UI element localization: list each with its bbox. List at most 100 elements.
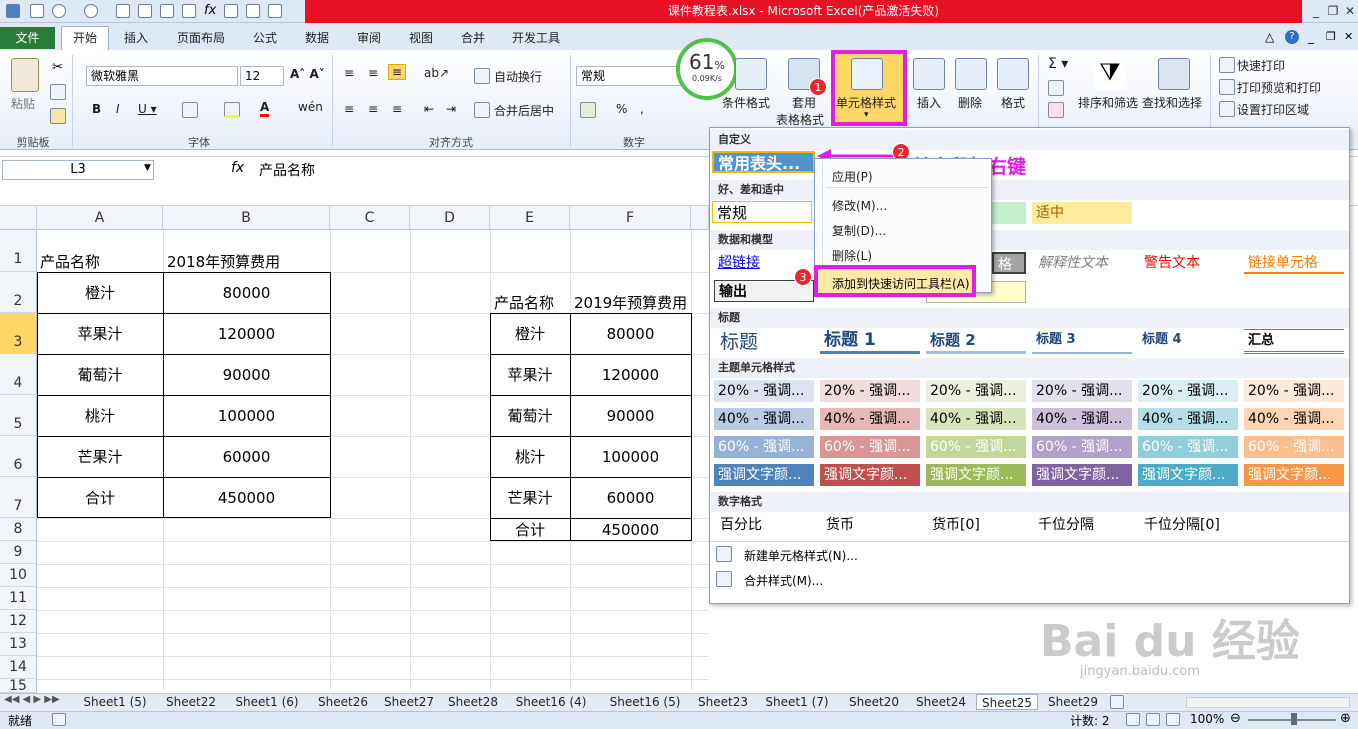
sheet-tab[interactable]: Sheet22: [160, 694, 222, 710]
print-preview-ribbon-icon[interactable]: [1219, 79, 1235, 95]
table2-cell[interactable]: 450000: [570, 518, 691, 541]
style-heading-4[interactable]: 标题 4: [1138, 329, 1238, 354]
style-20-accent3[interactable]: 20% - 强调...: [926, 380, 1026, 402]
restore-icon[interactable]: ❐: [1325, 3, 1341, 19]
table2-cell[interactable]: 苹果汁: [490, 354, 570, 395]
style-normal[interactable]: 常规: [712, 201, 812, 223]
column-header-c[interactable]: C: [330, 206, 410, 230]
style-accent2[interactable]: 强调文字颜...: [820, 464, 920, 486]
style-60-accent1[interactable]: 60% - 强调...: [714, 436, 814, 458]
sort-qat-icon[interactable]: [268, 4, 282, 18]
align-middle-icon[interactable]: ≡: [368, 66, 378, 80]
doc-restore-icon[interactable]: ❐: [1326, 30, 1336, 43]
merge-center-icon[interactable]: [474, 102, 490, 118]
bold-icon[interactable]: B: [92, 102, 101, 116]
table1-cell[interactable]: 苹果汁: [37, 313, 163, 354]
style-title[interactable]: 标题: [716, 329, 816, 355]
quick-print-icon[interactable]: [116, 4, 130, 18]
context-delete[interactable]: 删除(L): [832, 247, 872, 264]
table2-header-budget[interactable]: 2019年预算费用: [574, 292, 687, 313]
accounting-format-icon[interactable]: [580, 102, 596, 118]
number-format-combo[interactable]: 常规: [576, 66, 682, 86]
column-header-a[interactable]: A: [37, 206, 163, 230]
save-icon[interactable]: [30, 4, 44, 18]
find-select-button[interactable]: 查找和选择: [1142, 94, 1202, 111]
macro-record-icon[interactable]: [52, 713, 66, 726]
font-color-icon[interactable]: A: [260, 100, 270, 117]
doc-close-icon[interactable]: ✕: [1344, 30, 1353, 43]
fill-color-icon[interactable]: [224, 102, 240, 118]
format-cells-icon[interactable]: [997, 58, 1029, 90]
style-percent[interactable]: 百分比: [716, 514, 816, 536]
doc-minimize-icon[interactable]: _: [1308, 30, 1314, 44]
table2-header-product[interactable]: 产品名称: [494, 292, 554, 313]
sheet-tab-active[interactable]: Sheet25: [976, 694, 1038, 710]
row-header-14[interactable]: 14: [0, 656, 37, 679]
row-header-7[interactable]: 7: [0, 477, 37, 518]
wrap-text-button[interactable]: 自动换行: [494, 68, 542, 85]
style-accent1[interactable]: 强调文字颜...: [714, 464, 814, 486]
name-box-dropdown-icon[interactable]: ▼: [144, 163, 151, 173]
quick-print-ribbon-icon[interactable]: [1219, 57, 1235, 73]
tab-developer[interactable]: 开发工具: [505, 27, 567, 49]
wrap-text-icon[interactable]: [474, 68, 490, 84]
table1-cell[interactable]: 桃汁: [37, 395, 163, 436]
row-header-9[interactable]: 9: [0, 541, 37, 564]
row-header-5[interactable]: 5: [0, 395, 37, 436]
table2-cell[interactable]: 100000: [570, 436, 691, 477]
clear-icon[interactable]: [1048, 102, 1064, 118]
select-all-corner[interactable]: [0, 206, 37, 230]
style-20-accent4[interactable]: 20% - 强调...: [1032, 380, 1132, 402]
autosum-icon[interactable]: Σ ▾: [1048, 56, 1068, 72]
style-heading-1[interactable]: 标题 1: [820, 329, 920, 354]
table1-cell[interactable]: 橙汁: [37, 272, 163, 313]
close-icon[interactable]: ✕: [1342, 3, 1358, 19]
underline-icon[interactable]: U ▾: [138, 102, 157, 116]
sheet-tab[interactable]: Sheet1 (7): [756, 694, 838, 710]
conditional-format-button[interactable]: 条件格式: [722, 94, 770, 111]
insert-cells-icon[interactable]: [913, 58, 945, 90]
italic-icon[interactable]: I: [116, 102, 120, 116]
formula-input[interactable]: 产品名称: [259, 160, 315, 180]
quick-print-button[interactable]: 快速打印: [1237, 57, 1285, 74]
sheet-tab[interactable]: Sheet24: [910, 694, 972, 710]
decrease-indent-icon[interactable]: ⇤: [424, 102, 434, 116]
table1-header-product[interactable]: 产品名称: [40, 251, 100, 272]
sheet-tab[interactable]: Sheet27: [378, 694, 440, 710]
style-40-accent1[interactable]: 40% - 强调...: [714, 408, 814, 430]
style-60-accent5[interactable]: 60% - 强调...: [1138, 436, 1238, 458]
table2-cell[interactable]: 桃汁: [490, 436, 570, 477]
style-20-accent1[interactable]: 20% - 强调...: [714, 380, 814, 402]
style-comma[interactable]: 千位分隔: [1034, 514, 1134, 536]
row-header-15[interactable]: 15: [0, 679, 37, 693]
name-box[interactable]: L3: [2, 160, 154, 180]
new-cell-style-item[interactable]: 新建单元格样式(N)...: [744, 547, 858, 564]
font-name-combo[interactable]: 微软雅黑: [86, 66, 238, 86]
style-currency-0[interactable]: 货币[0]: [928, 514, 1028, 536]
grow-font-icon[interactable]: A˄ A˅: [290, 67, 325, 81]
borders-icon[interactable]: [182, 102, 198, 118]
tab-data[interactable]: 数据: [297, 27, 337, 49]
style-heading-3[interactable]: 标题 3: [1032, 329, 1132, 354]
style-40-accent5[interactable]: 40% - 强调...: [1138, 408, 1238, 430]
percent-icon[interactable]: %: [616, 102, 627, 116]
sheet-tab[interactable]: Sheet20: [842, 694, 906, 710]
minimize-icon[interactable]: _: [1308, 3, 1324, 19]
style-60-accent2[interactable]: 60% - 强调...: [820, 436, 920, 458]
column-header-f[interactable]: F: [570, 206, 691, 230]
style-accent6[interactable]: 强调文字颜...: [1244, 464, 1344, 486]
style-currency[interactable]: 货币: [822, 514, 922, 536]
zoom-slider-thumb[interactable]: [1291, 713, 1297, 725]
paste-button[interactable]: 粘贴: [11, 95, 35, 112]
tab-view[interactable]: 视图: [401, 27, 441, 49]
style-total[interactable]: 汇总: [1244, 329, 1344, 354]
paste-icon[interactable]: [11, 58, 39, 92]
horizontal-scrollbar[interactable]: [1186, 697, 1350, 708]
zoom-level[interactable]: 100%: [1190, 712, 1224, 726]
tab-home[interactable]: 开始: [61, 26, 109, 50]
table1-cell[interactable]: 90000: [163, 354, 330, 395]
table1-cell[interactable]: 葡萄汁: [37, 354, 163, 395]
table-icon[interactable]: [160, 4, 174, 18]
tab-file[interactable]: 文件: [0, 27, 55, 49]
table2-cell[interactable]: 葡萄汁: [490, 395, 570, 436]
